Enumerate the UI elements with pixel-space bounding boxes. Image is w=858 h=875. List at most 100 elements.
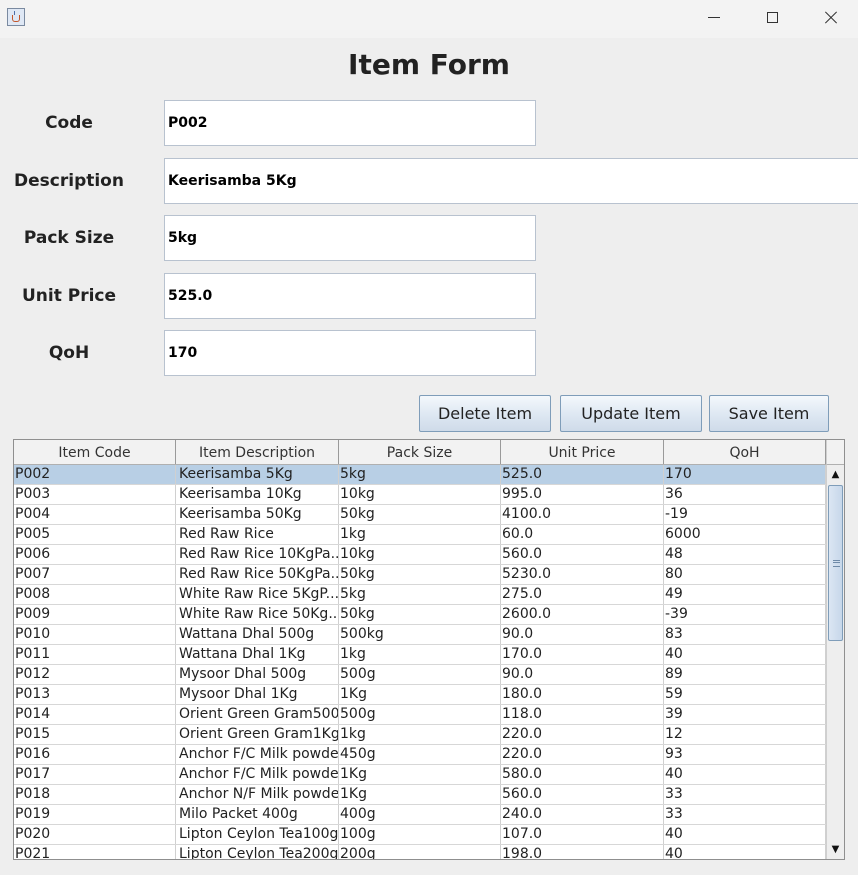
table-row[interactable]: P008 White Raw Rice 5KgP... 5kg 275.0 49: [14, 585, 826, 605]
cell-item-code: P014: [14, 705, 176, 724]
cell-item-description: Anchor F/C Milk powde...: [176, 745, 339, 764]
table-row[interactable]: P015 Orient Green Gram1Kg 1kg 220.0 12: [14, 725, 826, 745]
cell-pack-size: 10kg: [339, 545, 501, 564]
cell-unit-price: 560.0: [501, 545, 664, 564]
table-row[interactable]: P013 Mysoor Dhal 1Kg 1Kg 180.0 59: [14, 685, 826, 705]
table-row[interactable]: P011 Wattana Dhal 1Kg 1kg 170.0 40: [14, 645, 826, 665]
table-row[interactable]: P004 Keerisamba 50Kg 50kg 4100.0 -19: [14, 505, 826, 525]
cell-qoh: 40: [664, 765, 826, 784]
arrow-up-icon[interactable]: ▲: [827, 466, 844, 483]
table-scrollbar[interactable]: ▲ ▼: [826, 465, 844, 859]
cell-item-code: P007: [14, 565, 176, 584]
table-row[interactable]: P020 Lipton Ceylon Tea100g 100g 107.0 40: [14, 825, 826, 845]
code-field[interactable]: [164, 100, 536, 146]
cell-item-description: Anchor F/C Milk powde...: [176, 765, 339, 784]
cell-qoh: 170: [664, 465, 826, 484]
cell-qoh: -39: [664, 605, 826, 624]
cell-pack-size: 5kg: [339, 465, 501, 484]
cell-item-description: Lipton Ceylon Tea100g: [176, 825, 339, 844]
cell-pack-size: 500g: [339, 705, 501, 724]
table-row[interactable]: P006 Red Raw Rice 10KgPa... 10kg 560.0 48: [14, 545, 826, 565]
cell-item-code: P020: [14, 825, 176, 844]
table-row[interactable]: P003 Keerisamba 10Kg 10kg 995.0 36: [14, 485, 826, 505]
cell-pack-size: 50kg: [339, 565, 501, 584]
cell-pack-size: 500kg: [339, 625, 501, 644]
window-titlebar[interactable]: [0, 0, 858, 38]
cell-qoh: 49: [664, 585, 826, 604]
cell-qoh: 83: [664, 625, 826, 644]
cell-item-code: P017: [14, 765, 176, 784]
close-button[interactable]: [808, 0, 854, 36]
cell-qoh: 93: [664, 745, 826, 764]
cell-item-description: Orient Green Gram500g: [176, 705, 339, 724]
cell-item-code: P002: [14, 465, 176, 484]
cell-qoh: 59: [664, 685, 826, 704]
cell-unit-price: 240.0: [501, 805, 664, 824]
cell-unit-price: 580.0: [501, 765, 664, 784]
cell-pack-size: 50kg: [339, 505, 501, 524]
table-row[interactable]: P007 Red Raw Rice 50KgPa... 50kg 5230.0 80: [14, 565, 826, 585]
description-field[interactable]: [164, 158, 858, 204]
cell-item-description: Keerisamba 5Kg: [176, 465, 339, 484]
unit-price-field[interactable]: [164, 273, 536, 319]
scroll-thumb[interactable]: [828, 485, 843, 641]
cell-item-code: P016: [14, 745, 176, 764]
column-header-unit-price[interactable]: Unit Price: [501, 440, 664, 464]
cell-pack-size: 1Kg: [339, 685, 501, 704]
arrow-down-icon[interactable]: ▼: [827, 841, 844, 858]
table-row[interactable]: P014 Orient Green Gram500g 500g 118.0 39: [14, 705, 826, 725]
delete-item-button[interactable]: Delete Item: [419, 395, 551, 432]
cell-item-description: Wattana Dhal 500g: [176, 625, 339, 644]
cell-pack-size: 450g: [339, 745, 501, 764]
cell-qoh: 40: [664, 825, 826, 844]
cell-item-description: Mysoor Dhal 500g: [176, 665, 339, 684]
column-header-pack-size[interactable]: Pack Size: [339, 440, 501, 464]
cell-item-code: P015: [14, 725, 176, 744]
table-row[interactable]: P016 Anchor F/C Milk powde... 450g 220.0 93: [14, 745, 826, 765]
items-table[interactable]: Item Code Item Description Pack Size Uni…: [13, 439, 845, 860]
update-item-button[interactable]: Update Item: [560, 395, 702, 432]
cell-item-code: P004: [14, 505, 176, 524]
column-header-item-description[interactable]: Item Description: [176, 440, 339, 464]
cell-qoh: 6000: [664, 525, 826, 544]
unit-price-label: Unit Price: [21, 286, 117, 306]
cell-item-code: P021: [14, 845, 176, 859]
cell-pack-size: 100g: [339, 825, 501, 844]
cell-item-code: P019: [14, 805, 176, 824]
cell-pack-size: 400g: [339, 805, 501, 824]
table-row[interactable]: P010 Wattana Dhal 500g 500kg 90.0 83: [14, 625, 826, 645]
table-row[interactable]: P017 Anchor F/C Milk powde... 1Kg 580.0 40: [14, 765, 826, 785]
cell-item-description: Mysoor Dhal 1Kg: [176, 685, 339, 704]
cell-unit-price: 525.0: [501, 465, 664, 484]
cell-unit-price: 275.0: [501, 585, 664, 604]
cell-item-code: P003: [14, 485, 176, 504]
table-row[interactable]: P005 Red Raw Rice 1kg 60.0 6000: [14, 525, 826, 545]
column-header-item-code[interactable]: Item Code: [14, 440, 176, 464]
cell-unit-price: 560.0: [501, 785, 664, 804]
table-row[interactable]: P009 White Raw Rice 50Kg... 50kg 2600.0 -39: [14, 605, 826, 625]
table-row[interactable]: P012 Mysoor Dhal 500g 500g 90.0 89: [14, 665, 826, 685]
table-body: P002 Keerisamba 5Kg 5kg 525.0 170 P003 Keerisa…: [14, 465, 826, 859]
cell-qoh: 12: [664, 725, 826, 744]
qoh-field[interactable]: [164, 330, 536, 376]
table-row[interactable]: P018 Anchor N/F Milk powde... 1Kg 560.0 33: [14, 785, 826, 805]
cell-item-description: Wattana Dhal 1Kg: [176, 645, 339, 664]
code-label: Code: [45, 113, 93, 133]
cell-pack-size: 1kg: [339, 725, 501, 744]
save-item-button[interactable]: Save Item: [709, 395, 829, 432]
pack-size-field[interactable]: [164, 215, 536, 261]
cell-item-code: P018: [14, 785, 176, 804]
table-row[interactable]: P002 Keerisamba 5Kg 5kg 525.0 170: [14, 465, 826, 485]
cell-item-description: Red Raw Rice 10KgPa...: [176, 545, 339, 564]
cell-item-code: P013: [14, 685, 176, 704]
cell-qoh: 33: [664, 805, 826, 824]
cell-item-code: P006: [14, 545, 176, 564]
maximize-button[interactable]: [750, 0, 796, 36]
table-row[interactable]: P019 Milo Packet 400g 400g 240.0 33: [14, 805, 826, 825]
cell-pack-size: 10kg: [339, 485, 501, 504]
minimize-button[interactable]: [690, 0, 736, 36]
cell-item-code: P009: [14, 605, 176, 624]
cell-unit-price: 995.0: [501, 485, 664, 504]
column-header-qoh[interactable]: QoH: [664, 440, 826, 464]
table-row[interactable]: P021 Lipton Ceylon Tea200g 200g 198.0 40: [14, 845, 826, 859]
